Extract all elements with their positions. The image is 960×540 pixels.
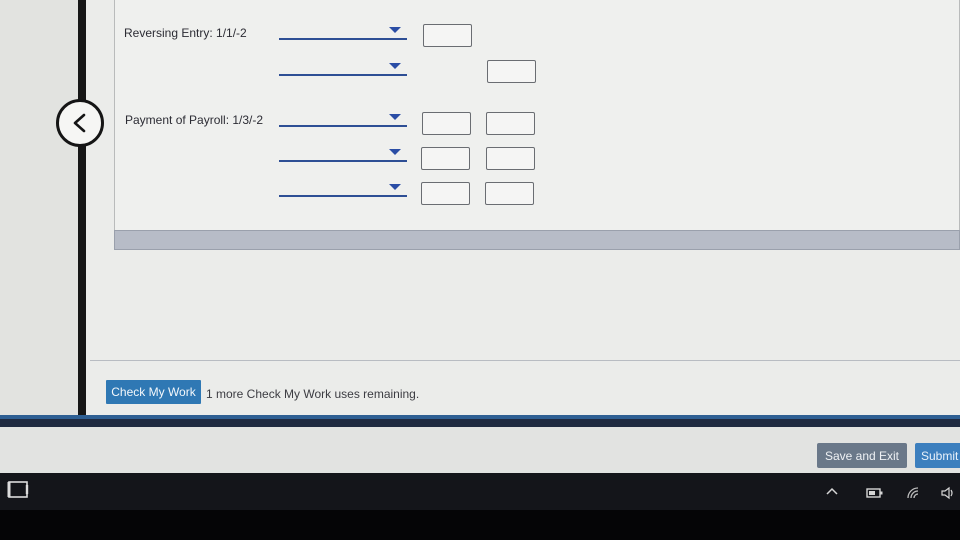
chevron-up-icon[interactable] [826, 487, 838, 495]
left-gutter [0, 0, 80, 415]
back-button[interactable] [56, 99, 104, 147]
account-select[interactable] [279, 181, 407, 197]
sidebar-divider [78, 0, 86, 415]
volume-icon[interactable] [940, 486, 956, 500]
debit-input[interactable] [423, 24, 472, 47]
chevron-down-icon [389, 184, 401, 190]
credit-input[interactable] [486, 147, 535, 170]
wifi-icon[interactable] [906, 486, 922, 500]
taskbar [0, 473, 960, 510]
account-select[interactable] [279, 24, 407, 40]
divider [90, 360, 960, 361]
payment-of-payroll-label: Payment of Payroll: 1/3/-2 [125, 113, 264, 127]
chevron-left-icon [73, 113, 86, 133]
account-select[interactable] [279, 146, 407, 162]
debit-input[interactable] [421, 182, 470, 205]
chevron-down-icon [389, 63, 401, 69]
tablet-mode-icon[interactable] [6, 480, 32, 500]
account-select[interactable] [279, 111, 407, 127]
chevron-down-icon [389, 149, 401, 155]
horizontal-scrollbar[interactable] [114, 230, 960, 250]
debit-input[interactable] [421, 147, 470, 170]
credit-input[interactable] [485, 182, 534, 205]
screen-bezel [0, 510, 960, 540]
check-uses-remaining-text: 1 more Check My Work uses remaining. [206, 387, 420, 401]
reversing-entry-label: Reversing Entry: 1/1/-2 [124, 26, 247, 40]
submit-button[interactable]: Submit [915, 443, 960, 468]
battery-icon[interactable] [866, 488, 884, 498]
debit-input[interactable] [422, 112, 471, 135]
account-select[interactable] [279, 60, 407, 76]
chevron-down-icon [389, 114, 401, 120]
credit-input[interactable] [486, 112, 535, 135]
save-and-exit-button[interactable]: Save and Exit [817, 443, 907, 468]
chevron-down-icon [389, 27, 401, 33]
content-bottom-band-highlight [0, 415, 960, 419]
credit-input[interactable] [487, 60, 536, 83]
footer-bar [0, 427, 960, 473]
check-my-work-button[interactable]: Check My Work [106, 380, 201, 404]
